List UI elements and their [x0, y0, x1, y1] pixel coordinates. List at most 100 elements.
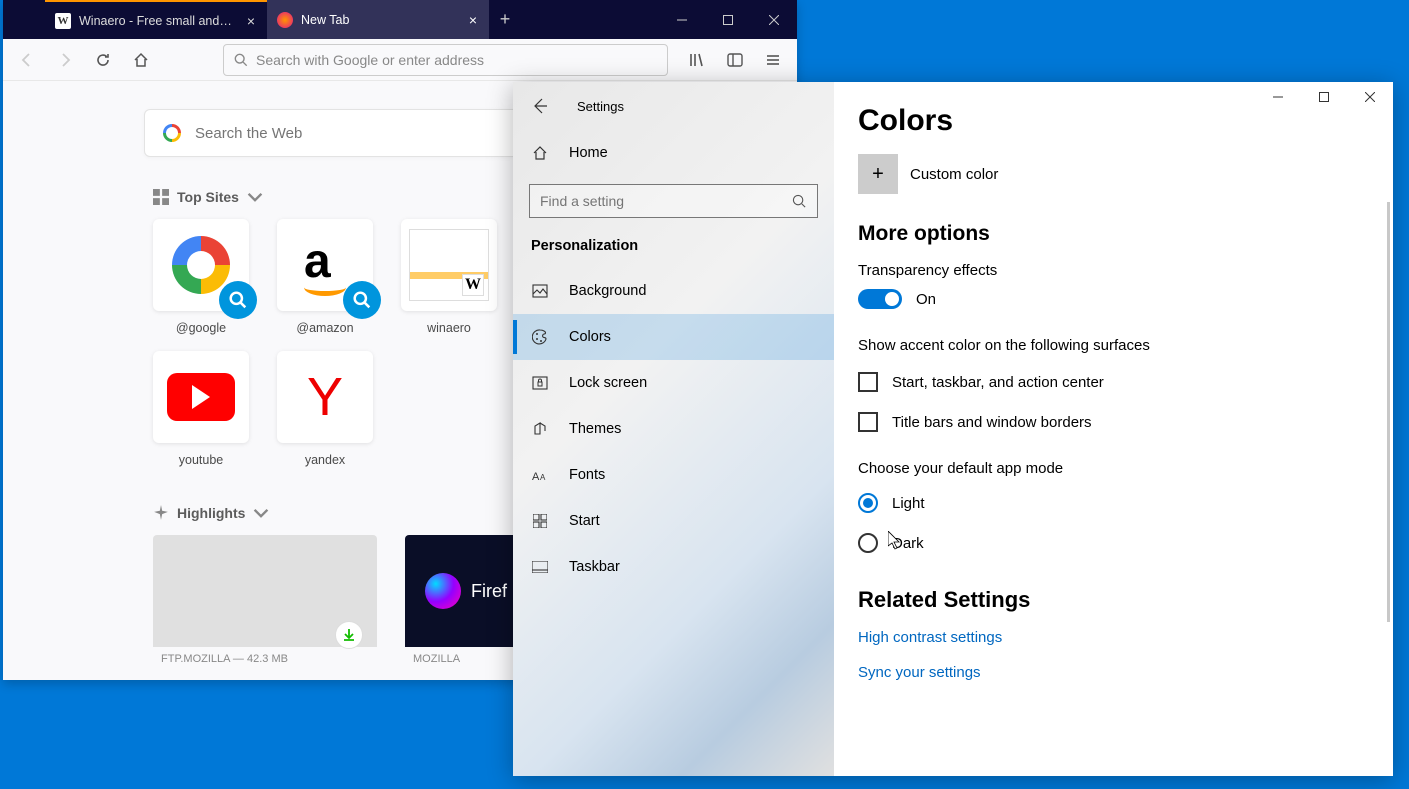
app-mode-heading: Choose your default app mode	[858, 460, 1393, 477]
chevron-down-icon	[253, 505, 269, 521]
tile-youtube[interactable]: youtube	[153, 351, 249, 467]
highlight-card-1[interactable]: FTP.MOZILLA — 42.3 MB	[153, 535, 377, 665]
settings-content: Colors + Custom color More options Trans…	[834, 82, 1393, 776]
checkbox-start-taskbar[interactable]: Start, taskbar, and action center	[858, 372, 1393, 392]
tab-title: New Tab	[301, 13, 457, 27]
lock-screen-icon	[531, 374, 549, 392]
transparency-toggle[interactable]	[858, 289, 902, 309]
sidebar-button[interactable]	[719, 44, 751, 76]
search-icon	[792, 194, 807, 209]
close-tab-icon[interactable]: ×	[243, 13, 259, 29]
scrollbar[interactable]	[1387, 202, 1390, 622]
chevron-down-icon	[247, 189, 263, 205]
sidebar-label: Fonts	[569, 467, 605, 483]
url-input[interactable]	[256, 52, 657, 68]
tile-label: yandex	[305, 453, 345, 467]
start-icon	[531, 512, 549, 530]
transparency-label: Transparency effects	[858, 262, 1393, 279]
sidebar-item-fonts[interactable]: AA Fonts	[513, 452, 834, 498]
sidebar-home[interactable]: Home	[513, 130, 834, 176]
radio-light[interactable]: Light	[858, 493, 1393, 513]
link-high-contrast[interactable]: High contrast settings	[858, 629, 1393, 646]
download-icon	[335, 621, 363, 649]
highlight-text: FTP.MOZILLA — 42.3 MB	[153, 647, 377, 665]
library-button[interactable]	[681, 44, 713, 76]
forward-button[interactable]	[49, 44, 81, 76]
tab-title: Winaero - Free small and usefu	[79, 14, 235, 28]
radio-label: Light	[892, 495, 925, 512]
sidebar-item-background[interactable]: Background	[513, 268, 834, 314]
settings-header: Settings	[513, 82, 834, 130]
tile-yandex[interactable]: Y yandex	[277, 351, 373, 467]
tile-amazon[interactable]: a @amazon	[277, 219, 373, 335]
section-label: Top Sites	[177, 189, 239, 205]
reload-button[interactable]	[87, 44, 119, 76]
tile-label: @amazon	[296, 321, 353, 335]
sidebar-item-lockscreen[interactable]: Lock screen	[513, 360, 834, 406]
tile-google[interactable]: @google	[153, 219, 249, 335]
radio-label: Dark	[892, 535, 924, 552]
highlight-brand: Firef	[471, 581, 507, 602]
tab-newtab[interactable]: New Tab ×	[267, 0, 489, 39]
maximize-button[interactable]	[705, 0, 751, 39]
window-controls	[1255, 82, 1393, 112]
radio-dark[interactable]: Dark	[858, 533, 1393, 553]
winaero-favicon: W	[55, 13, 71, 29]
home-icon	[531, 144, 549, 162]
transparency-toggle-row: On	[858, 289, 1393, 309]
minimize-button[interactable]	[659, 0, 705, 39]
titlebar-spacer	[3, 0, 45, 39]
tile-label: winaero	[427, 321, 471, 335]
palette-icon	[531, 328, 549, 346]
url-bar[interactable]	[223, 44, 668, 76]
checkbox-label: Title bars and window borders	[892, 414, 1092, 431]
themes-icon	[531, 420, 549, 438]
close-tab-icon[interactable]: ×	[465, 12, 481, 28]
sidebar-item-taskbar[interactable]: Taskbar	[513, 544, 834, 590]
checkbox-icon	[858, 412, 878, 432]
fonts-icon: AA	[531, 466, 549, 484]
settings-search[interactable]	[529, 184, 818, 218]
search-icon	[234, 53, 248, 67]
sparkle-icon	[153, 505, 169, 521]
yandex-logo-icon: Y	[307, 366, 343, 428]
maximize-button[interactable]	[1301, 82, 1347, 112]
settings-search-input[interactable]	[540, 193, 792, 209]
minimize-button[interactable]	[1255, 82, 1301, 112]
sidebar-item-start[interactable]: Start	[513, 498, 834, 544]
sidebar-label: Taskbar	[569, 559, 620, 575]
grid-icon	[153, 189, 169, 205]
picture-icon	[531, 282, 549, 300]
sidebar-label: Start	[569, 513, 600, 529]
settings-window: Settings Home Personalization Background…	[513, 82, 1393, 776]
svg-text:A: A	[540, 473, 546, 482]
toggle-state: On	[916, 291, 936, 308]
tile-winaero[interactable]: W winaero	[401, 219, 497, 335]
add-custom-color-button[interactable]: +	[858, 154, 898, 194]
google-logo-icon	[172, 236, 230, 294]
back-button[interactable]	[527, 94, 551, 118]
sidebar-section-heading: Personalization	[513, 238, 834, 254]
sidebar-label: Lock screen	[569, 375, 647, 391]
back-button[interactable]	[11, 44, 43, 76]
firefox-logo-icon	[425, 573, 461, 609]
sidebar-item-themes[interactable]: Themes	[513, 406, 834, 452]
menu-button[interactable]	[757, 44, 789, 76]
checkbox-titlebars[interactable]: Title bars and window borders	[858, 412, 1393, 432]
highlight-thumbnail	[153, 535, 377, 647]
firefox-toolbar	[3, 39, 797, 81]
sidebar-label: Home	[569, 145, 608, 161]
sidebar-item-colors[interactable]: Colors	[513, 314, 834, 360]
radio-icon	[858, 493, 878, 513]
custom-color-row[interactable]: + Custom color	[858, 154, 1393, 194]
close-button[interactable]	[1347, 82, 1393, 112]
search-badge-icon	[343, 281, 381, 319]
tab-winaero[interactable]: W Winaero - Free small and usefu ×	[45, 0, 267, 39]
search-badge-icon	[219, 281, 257, 319]
link-sync-settings[interactable]: Sync your settings	[858, 664, 1393, 681]
close-window-button[interactable]	[751, 0, 797, 39]
custom-color-label: Custom color	[910, 166, 998, 183]
home-button[interactable]	[125, 44, 157, 76]
new-tab-button[interactable]: +	[489, 0, 521, 39]
checkbox-label: Start, taskbar, and action center	[892, 374, 1104, 391]
